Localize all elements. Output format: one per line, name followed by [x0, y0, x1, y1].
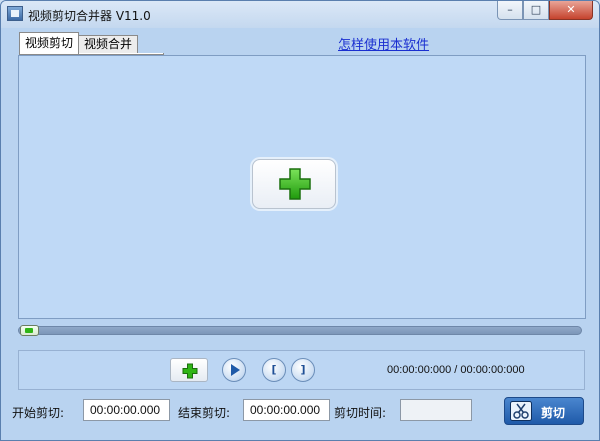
- title-bar[interactable]: 视频剪切合并器 V11.0 – □ ✕: [1, 1, 599, 28]
- scissors-icon: [510, 401, 532, 421]
- bracket-right-icon: ]: [300, 363, 306, 376]
- app-icon: [7, 6, 23, 21]
- mark-in-button[interactable]: [: [262, 358, 286, 382]
- tab-bar: 视频剪切 视频合并: [19, 32, 139, 54]
- start-cut-label: 开始剪切:: [12, 406, 65, 420]
- progress-handle[interactable]: [20, 325, 39, 336]
- end-cut-label: 结束剪切:: [178, 406, 231, 420]
- close-button[interactable]: ✕: [549, 1, 593, 20]
- video-preview-area[interactable]: [18, 55, 586, 319]
- help-link[interactable]: 怎样使用本软件: [338, 34, 429, 53]
- cut-settings-row: 开始剪切: 00:00:00.000 结束剪切: 00:00:00.000 剪切…: [8, 396, 592, 428]
- add-video-button[interactable]: [252, 159, 336, 209]
- client-area: 视频剪切 视频合并 怎样使用本软件 [] 00:00:00:000 / 00:…: [8, 28, 592, 435]
- close-icon: ✕: [566, 3, 576, 16]
- play-icon: [231, 364, 240, 376]
- play-button[interactable]: [222, 358, 246, 382]
- window-title: 视频剪切合并器 V11.0: [28, 9, 151, 23]
- end-cut-input[interactable]: 00:00:00.000: [243, 399, 330, 421]
- time-readout: 00:00:00:000 / 00:00:00:000: [387, 364, 525, 376]
- cut-button-label: 剪切: [541, 406, 566, 420]
- window-controls: – □ ✕: [497, 1, 593, 20]
- plus-icon: [279, 168, 311, 200]
- mark-out-button[interactable]: ]: [291, 358, 315, 382]
- start-cut-input[interactable]: 00:00:00.000: [83, 399, 170, 421]
- add-file-button[interactable]: [170, 358, 208, 382]
- progress-slider[interactable]: [18, 325, 582, 336]
- cut-duration-field: [400, 399, 472, 421]
- minimize-icon: –: [507, 3, 513, 16]
- app-window: 视频剪切合并器 V11.0 – □ ✕ 视频剪切 视频合并 怎样使用本软件 […: [0, 0, 600, 441]
- minimize-button[interactable]: –: [497, 1, 523, 20]
- playback-controls: [ ] 00:00:00:000 / 00:00:00:000: [18, 350, 585, 390]
- plus-icon: [182, 363, 198, 379]
- bracket-left-icon: [: [271, 363, 277, 376]
- cut-button[interactable]: 剪切: [504, 397, 584, 425]
- maximize-button[interactable]: □: [523, 1, 549, 20]
- tab-video-merge[interactable]: 视频合并: [78, 35, 139, 54]
- maximize-icon: □: [530, 3, 542, 16]
- cut-duration-label: 剪切时间:: [334, 406, 387, 420]
- tab-video-cut[interactable]: 视频剪切: [19, 32, 80, 54]
